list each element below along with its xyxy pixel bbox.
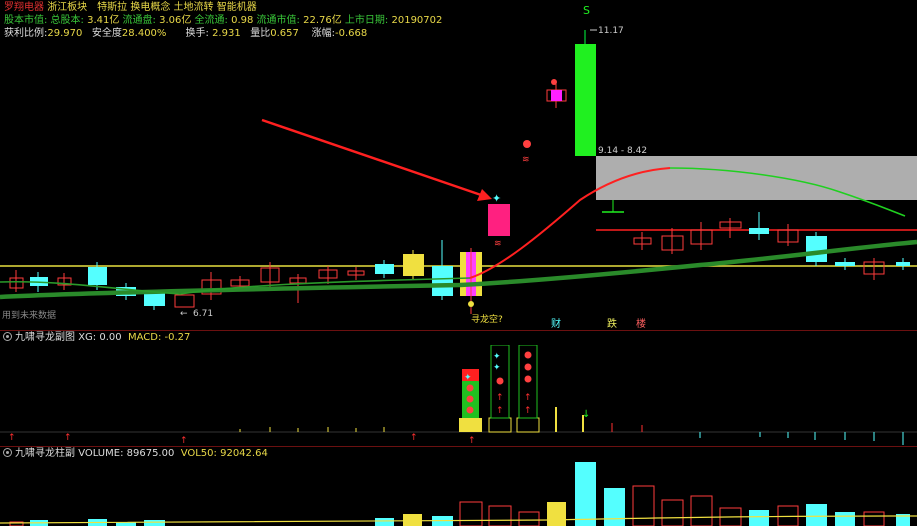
svg-text:↑: ↑ <box>468 436 476 445</box>
volume-chart[interactable] <box>0 462 917 526</box>
signal-label: 寻龙空? <box>471 313 503 325</box>
trend-arrow <box>261 118 485 198</box>
sell-marker: S <box>583 4 590 17</box>
buy-arrows: ↑ ↑ ↑ ↑ ↑ <box>8 433 476 445</box>
vol50-value: 92042.64 <box>220 448 268 459</box>
low-price-label: 6.71 <box>193 309 213 319</box>
panel3-name: 九啸寻龙柱副 <box>15 448 75 459</box>
svg-text:✦: ✦ <box>493 363 501 373</box>
badge-die: 跌 <box>607 317 617 330</box>
macd-value: -0.27 <box>164 332 191 343</box>
vol50-line <box>0 515 917 524</box>
signal-column-2: ✦ ✦ ↑ ↑ <box>488 345 512 433</box>
price-zone-box <box>596 156 917 200</box>
zone-range-label: 9.14 - 8.42 <box>598 146 647 156</box>
gear-icon[interactable] <box>3 332 12 341</box>
ball-icon <box>523 140 531 148</box>
candle <box>403 254 424 276</box>
candle <box>144 293 165 306</box>
badge-lou: 楼 <box>636 317 646 330</box>
candle <box>432 266 453 296</box>
future-data-note: 用到未来数据 <box>2 309 56 321</box>
candle <box>806 236 827 262</box>
svg-text:↑: ↑ <box>496 393 504 403</box>
candle <box>88 267 107 285</box>
xg-label: XG: <box>78 332 97 343</box>
candle <box>896 262 910 266</box>
candle <box>174 294 195 308</box>
ma-long-line <box>0 239 917 300</box>
signal-column-1: ✦ <box>459 369 482 432</box>
macd-label: MACD: <box>127 332 162 343</box>
candle <box>375 264 394 274</box>
svg-text:↑: ↑ <box>410 433 418 443</box>
indicator-chart[interactable]: ↑ ↑ ↑ ↑ ↑ ↓ ✦ ✦ ✦ ↑ ↑ ↑ ↑ <box>0 345 917 445</box>
badge-cai: 财 <box>551 317 561 330</box>
high-price-label: 11.17 <box>598 26 624 36</box>
svg-text:↑: ↑ <box>496 406 504 416</box>
signal-column-3: ↑ ↑ <box>516 345 540 433</box>
volume-value: 89675.00 <box>126 448 175 459</box>
xg-value: 0.00 <box>99 332 122 343</box>
svg-text:↑: ↑ <box>524 393 532 403</box>
low-arrow-icon: ← <box>180 309 188 319</box>
butterfly-icon: ✦ <box>492 192 501 205</box>
panel2-name: 九啸寻龙副图 <box>15 332 75 343</box>
signal-dot-icon <box>468 301 474 307</box>
candle <box>575 44 596 156</box>
candle <box>749 228 769 234</box>
panel3-title[interactable]: 九啸寻龙柱副 VOLUME: 89675.00 VOL50: 92042.64 <box>0 447 268 461</box>
gear-icon[interactable] <box>3 448 12 457</box>
svg-text:↑: ↑ <box>180 436 188 445</box>
svg-text:↑: ↑ <box>8 433 16 443</box>
svg-text:↑: ↑ <box>64 433 72 443</box>
svg-text:✦: ✦ <box>464 373 472 383</box>
svg-text:≋: ≋ <box>522 155 530 165</box>
signal-ladder-icon: ≋ <box>494 239 502 249</box>
candle <box>551 90 562 101</box>
candle <box>835 262 855 266</box>
panel2-title[interactable]: 九啸寻龙副图 XG: 0.00 MACD: -0.27 <box>0 331 190 345</box>
candlestick-chart[interactable]: ✦ ≋ ≋ S 11.17 9.14 - 8.42 ← 6.71 用到未来数据 … <box>0 0 917 330</box>
svg-text:✦: ✦ <box>493 352 501 362</box>
svg-text:↑: ↑ <box>524 406 532 416</box>
small-yellow-bars <box>239 407 584 432</box>
candle <box>488 204 510 236</box>
green-down-arrow-icon: ↓ <box>582 409 590 420</box>
volume-label: VOLUME: <box>78 448 124 459</box>
small-cyan-bars <box>699 432 904 445</box>
vol50-label: VOL50: <box>180 448 217 459</box>
